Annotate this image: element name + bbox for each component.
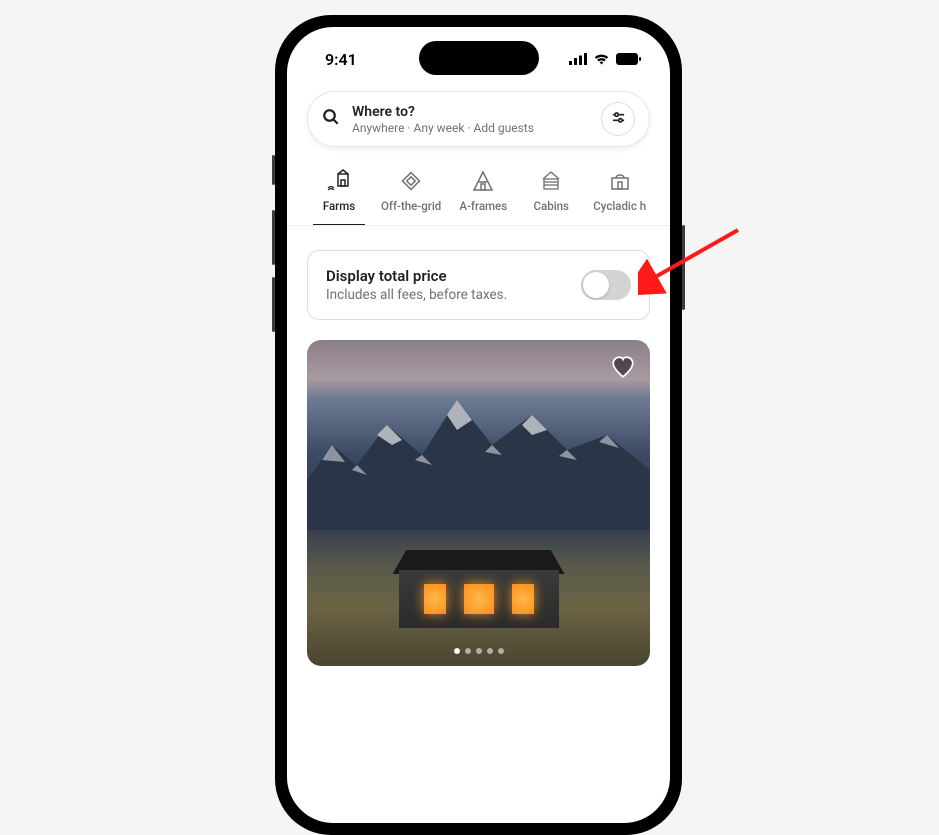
category-label: Farms [323, 199, 355, 213]
favorite-button[interactable] [610, 354, 636, 384]
carousel-dot[interactable] [454, 648, 460, 654]
category-cycladic[interactable]: Cycladic h [585, 165, 654, 225]
category-label: A-frames [459, 199, 507, 213]
cycladic-icon [607, 169, 633, 193]
search-icon [322, 108, 340, 130]
off-the-grid-icon [398, 169, 424, 193]
search-title: Where to? [352, 104, 589, 120]
phone-volume-up [272, 210, 275, 265]
category-off-the-grid[interactable]: Off-the-grid [373, 165, 449, 225]
phone-screen: 9:41 Where to? Anywhere · Any week · Add… [287, 27, 670, 823]
phone-frame: 9:41 Where to? Anywhere · Any week · Add… [275, 15, 682, 835]
carousel-dot[interactable] [465, 648, 471, 654]
filter-button[interactable] [601, 102, 635, 136]
wifi-icon [593, 50, 610, 69]
category-farms[interactable]: Farms [305, 165, 373, 225]
category-label: Cabins [534, 199, 569, 213]
dynamic-island [419, 41, 539, 75]
cabins-icon [538, 169, 564, 193]
heart-icon [610, 354, 636, 380]
search-bar[interactable]: Where to? Anywhere · Any week · Add gues… [307, 91, 650, 147]
a-frames-icon [470, 169, 496, 193]
category-a-frames[interactable]: A-frames [449, 165, 517, 225]
battery-icon [616, 50, 642, 69]
filter-icon [611, 110, 626, 129]
price-title: Display total price [326, 267, 507, 285]
category-tabs: Farms Off-the-grid A-frames Cabins [287, 165, 670, 226]
annotation-arrow [638, 222, 748, 302]
category-label: Cycladic h [593, 199, 646, 213]
category-cabins[interactable]: Cabins [517, 165, 585, 225]
status-icons [569, 50, 642, 69]
category-label: Off-the-grid [381, 199, 441, 213]
status-time: 9:41 [325, 50, 357, 69]
display-total-price-card: Display total price Includes all fees, b… [307, 250, 650, 320]
phone-volume-down [272, 277, 275, 332]
listing-image-mountains [307, 390, 650, 530]
search-text: Where to? Anywhere · Any week · Add gues… [352, 104, 589, 135]
phone-silence-switch [272, 155, 275, 185]
listing-card[interactable] [307, 340, 650, 666]
listing-image-house [399, 550, 559, 628]
search-subtitle: Anywhere · Any week · Add guests [352, 121, 589, 135]
carousel-dot[interactable] [498, 648, 504, 654]
farms-icon [326, 169, 352, 193]
cellular-icon [569, 50, 587, 69]
carousel-dot[interactable] [487, 648, 493, 654]
price-subtitle: Includes all fees, before taxes. [326, 287, 507, 303]
price-toggle[interactable] [581, 270, 631, 300]
price-text: Display total price Includes all fees, b… [326, 267, 507, 303]
carousel-dots [454, 648, 504, 654]
carousel-dot[interactable] [476, 648, 482, 654]
toggle-knob [583, 272, 609, 298]
